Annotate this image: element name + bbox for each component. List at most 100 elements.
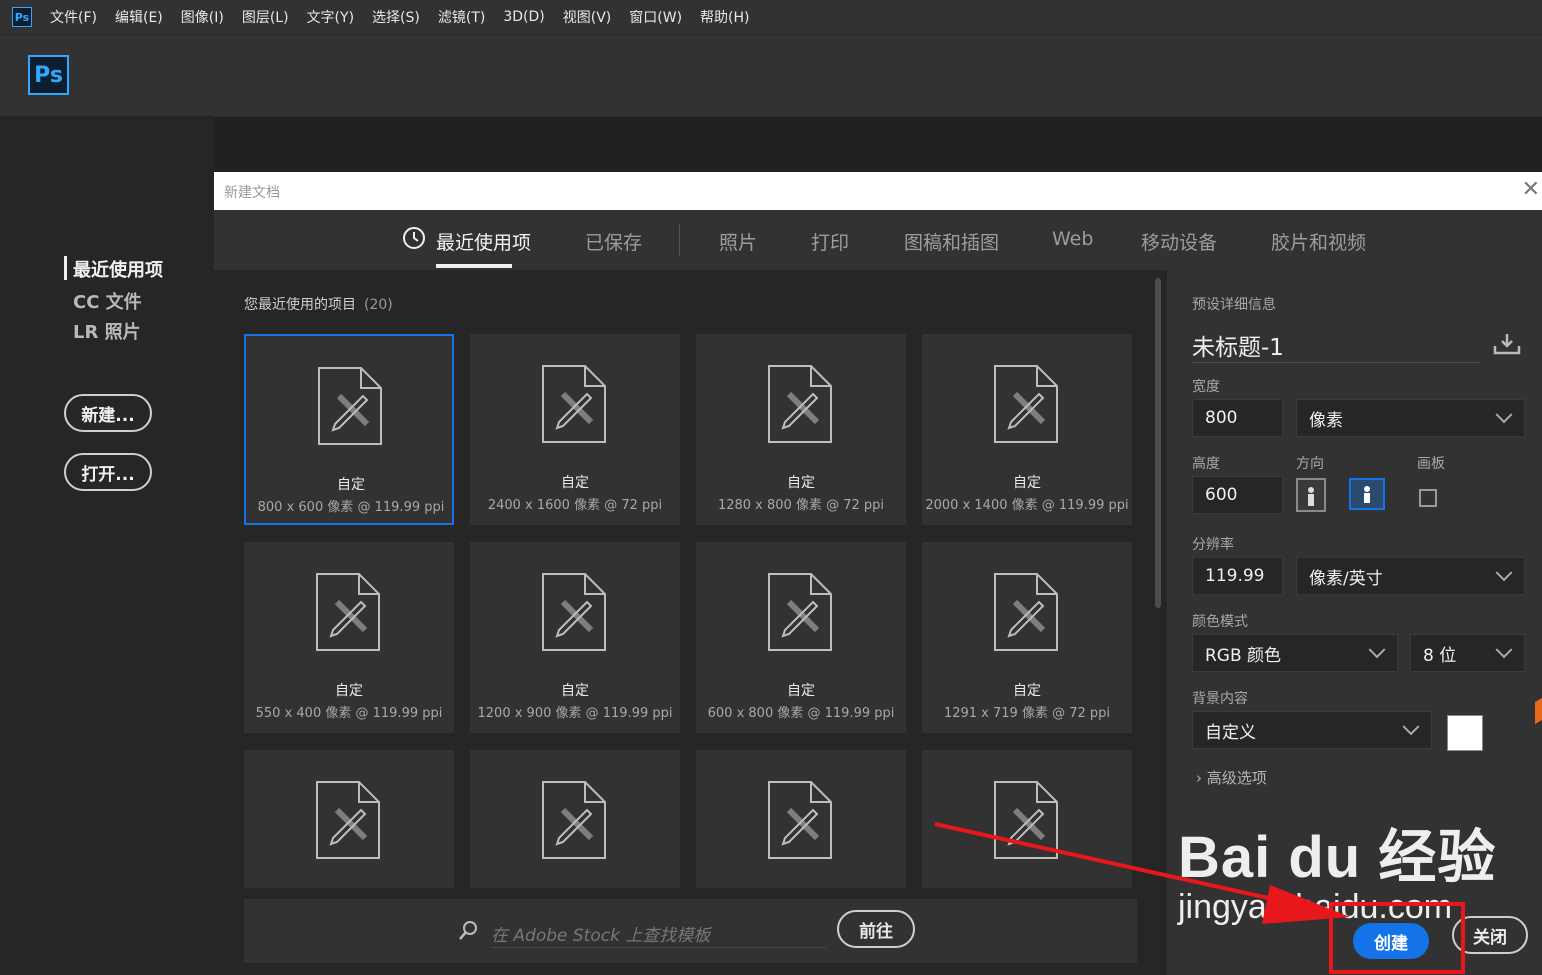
- background-select[interactable]: 自定义: [1192, 711, 1432, 749]
- active-tab-underline: [436, 264, 512, 268]
- orientation-landscape-button[interactable]: [1349, 478, 1385, 510]
- menu-filter[interactable]: 滤镜(T): [438, 7, 485, 27]
- advanced-options-toggle[interactable]: › 高级选项: [1196, 767, 1267, 788]
- menu-select[interactable]: 选择(S): [372, 7, 420, 27]
- width-unit-value: 像素: [1309, 410, 1343, 431]
- ps-logo: Ps: [28, 55, 69, 95]
- menu-help[interactable]: 帮助(H): [700, 7, 749, 27]
- bit-depth-select[interactable]: 8 位: [1410, 634, 1525, 672]
- watermark-main-text: Bai du 经验: [1178, 825, 1497, 890]
- document-icon: [994, 365, 1058, 443]
- resolution-unit-select[interactable]: 像素/英寸: [1296, 557, 1525, 595]
- search-icon: [459, 921, 477, 940]
- create-highlight-box: [1329, 902, 1465, 974]
- artboard-label: 画板: [1417, 456, 1445, 472]
- document-name-input[interactable]: 未标题-1: [1192, 328, 1480, 363]
- width-value: 800: [1205, 408, 1238, 428]
- preset-card[interactable]: [244, 750, 454, 888]
- width-input[interactable]: 800: [1192, 399, 1283, 437]
- dialog-title: 新建文档: [224, 185, 280, 201]
- nav-recent[interactable]: 最近使用项: [73, 256, 163, 282]
- menu-edit[interactable]: 编辑(E): [115, 7, 163, 27]
- tab-mobile[interactable]: 移动设备: [1141, 228, 1217, 255]
- recent-items-label: 您最近使用的项目 (20): [244, 294, 393, 314]
- width-unit-select[interactable]: 像素: [1296, 399, 1525, 437]
- resolution-input[interactable]: 119.99: [1192, 557, 1283, 595]
- color-mode-select[interactable]: RGB 颜色: [1192, 634, 1398, 672]
- menu-3d[interactable]: 3D(D): [503, 9, 544, 25]
- nav-cc-files[interactable]: CC 文件: [73, 288, 142, 314]
- orientation-label: 方向: [1296, 456, 1324, 472]
- preset-details-header: 预设详细信息: [1192, 297, 1276, 313]
- document-icon: [768, 365, 832, 443]
- orientation-portrait-button[interactable]: [1296, 478, 1326, 512]
- bit-depth-value: 8 位: [1423, 645, 1457, 666]
- menu-file[interactable]: 文件(F): [50, 7, 97, 27]
- go-button[interactable]: 前往: [837, 910, 915, 948]
- preset-card[interactable]: 自定 1280 x 800 像素 @ 72 ppi: [696, 334, 906, 525]
- clock-icon: [403, 227, 425, 249]
- new-button[interactable]: 新建...: [64, 394, 152, 432]
- preset-card-name: 自定: [561, 475, 589, 491]
- height-value: 600: [1205, 485, 1238, 505]
- document-icon: [768, 781, 832, 859]
- preset-card-info: 550 x 400 像素 @ 119.99 ppi: [255, 706, 443, 721]
- save-preset-icon[interactable]: [1493, 332, 1521, 356]
- document-icon: [542, 781, 606, 859]
- close-icon[interactable]: ✕: [1522, 178, 1540, 202]
- tab-print[interactable]: 打印: [811, 228, 849, 255]
- chevron-down-icon: [1368, 641, 1386, 659]
- preset-card[interactable]: [922, 750, 1132, 888]
- tab-web[interactable]: Web: [1052, 228, 1093, 250]
- menu-type[interactable]: 文字(Y): [307, 7, 354, 27]
- menu-view[interactable]: 视图(V): [563, 7, 612, 27]
- preset-card-name: 自定: [1013, 683, 1041, 699]
- preset-card[interactable]: 自定 1291 x 719 像素 @ 72 ppi: [922, 542, 1132, 733]
- width-label: 宽度: [1192, 379, 1220, 395]
- stock-search-bar: 在 Adobe Stock 上查找模板 前往: [244, 899, 1137, 963]
- annotation-mark: [1535, 697, 1542, 725]
- menu-bar: Ps 文件(F) 编辑(E) 图像(I) 图层(L) 文字(Y) 选择(S) 滤…: [0, 0, 1542, 34]
- document-icon: [316, 573, 380, 651]
- nav-lr-photos[interactable]: LR 照片: [73, 318, 141, 344]
- menu-window[interactable]: 窗口(W): [629, 7, 682, 27]
- artboard-checkbox[interactable]: [1419, 489, 1437, 507]
- tab-recent[interactable]: 最近使用项: [436, 228, 531, 255]
- preset-card[interactable]: 自定 2000 x 1400 像素 @ 119.99 ppi: [922, 334, 1132, 525]
- tab-art-illustration[interactable]: 图稿和插图: [904, 228, 999, 255]
- color-mode-value: RGB 颜色: [1205, 645, 1282, 666]
- document-icon: [542, 365, 606, 443]
- recent-presets-area: 您最近使用的项目 (20) 自定 800 x 600 像素 @ 119.99 ppi…: [214, 270, 1167, 975]
- preset-card[interactable]: [696, 750, 906, 888]
- preset-card[interactable]: 自定 1200 x 900 像素 @ 119.99 ppi: [470, 542, 680, 733]
- advanced-options-label: 高级选项: [1206, 769, 1267, 787]
- ps-app-icon: Ps: [12, 7, 32, 27]
- stock-search-placeholder: 在 Adobe Stock 上查找模板: [491, 926, 711, 946]
- scrollbar[interactable]: [1155, 278, 1161, 608]
- dialog-titlebar: 新建文档 ✕: [214, 172, 1542, 210]
- preset-card[interactable]: [470, 750, 680, 888]
- tab-saved[interactable]: 已保存: [585, 228, 642, 255]
- open-button[interactable]: 打开...: [64, 453, 152, 491]
- color-mode-label: 颜色模式: [1192, 614, 1248, 630]
- height-input[interactable]: 600: [1192, 476, 1283, 514]
- stock-search-input[interactable]: 在 Adobe Stock 上查找模板: [491, 917, 826, 948]
- preset-card-name: 自定: [1013, 475, 1041, 491]
- resolution-label: 分辨率: [1192, 537, 1234, 553]
- background-label: 背景内容: [1192, 691, 1248, 707]
- preset-card-info: 1291 x 719 像素 @ 72 ppi: [943, 706, 1111, 721]
- preset-card[interactable]: 自定 800 x 600 像素 @ 119.99 ppi: [244, 334, 454, 525]
- tab-film-video[interactable]: 胶片和视频: [1271, 228, 1366, 255]
- preset-card[interactable]: 自定 600 x 800 像素 @ 119.99 ppi: [696, 542, 906, 733]
- preset-card[interactable]: 自定 550 x 400 像素 @ 119.99 ppi: [244, 542, 454, 733]
- menu-layer[interactable]: 图层(L): [242, 7, 289, 27]
- preset-card-name: 自定: [787, 475, 815, 491]
- menu-image[interactable]: 图像(I): [181, 7, 224, 27]
- document-icon: [542, 573, 606, 651]
- resolution-value: 119.99: [1205, 566, 1265, 586]
- document-icon: [994, 781, 1058, 859]
- chevron-down-icon: [1402, 718, 1420, 736]
- tab-photo[interactable]: 照片: [719, 228, 757, 255]
- background-color-swatch[interactable]: [1447, 715, 1483, 751]
- preset-card[interactable]: 自定 2400 x 1600 像素 @ 72 ppi: [470, 334, 680, 525]
